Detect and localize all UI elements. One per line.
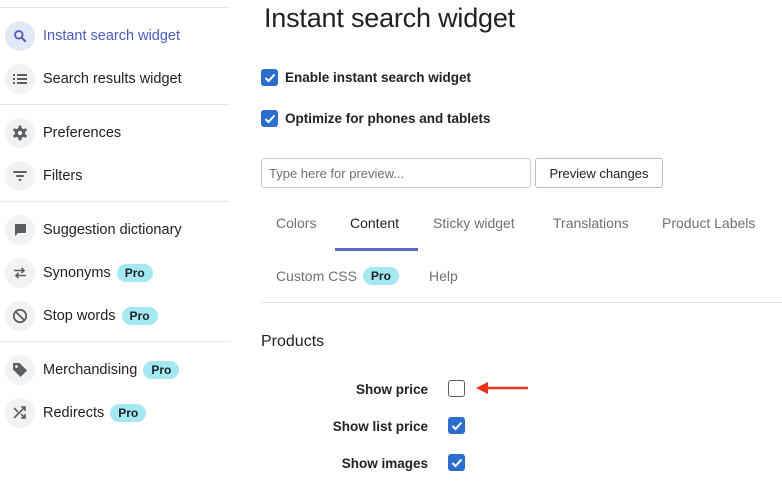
products-section-title: Products <box>261 333 325 350</box>
page-title: Instant search widget <box>264 3 515 33</box>
tag-icon <box>5 355 35 385</box>
enable-instant-search-option: Enable instant search widget <box>261 69 471 86</box>
sidebar: Instant search widget Search results wid… <box>0 0 230 481</box>
optimize-mobile-label: Optimize for phones and tablets <box>285 111 491 126</box>
tab-translations[interactable]: Translations <box>553 214 629 232</box>
tab-sticky-widget[interactable]: Sticky widget <box>433 214 515 232</box>
sidebar-item-suggestion-dictionary[interactable]: Suggestion dictionary <box>5 213 227 247</box>
sidebar-item-label: Suggestion dictionary <box>43 222 182 238</box>
tabs-divider <box>261 302 782 303</box>
sidebar-item-label: Search results widget <box>43 71 182 87</box>
shuffle-icon <box>5 398 35 428</box>
sidebar-divider <box>0 104 230 105</box>
show-price-label: Show price <box>355 382 428 397</box>
optimize-mobile-option: Optimize for phones and tablets <box>261 110 491 127</box>
filter-icon <box>5 161 35 191</box>
pro-badge: Pro <box>143 361 180 379</box>
sidebar-item-search-results-widget[interactable]: Search results widget <box>5 62 227 96</box>
sidebar-item-label: Instant search widget <box>43 28 181 44</box>
optimize-mobile-checkbox[interactable] <box>261 110 278 127</box>
preview-search-input[interactable] <box>261 158 531 188</box>
pro-badge: Pro <box>116 264 153 282</box>
sidebar-item-label: Merchandising <box>43 362 138 378</box>
sidebar-item-label: Filters <box>43 168 83 184</box>
sidebar-item-filters[interactable]: Filters <box>5 159 227 193</box>
sidebar-item-instant-search-widget[interactable]: Instant search widget <box>5 19 227 53</box>
pro-badge: Pro <box>362 267 399 285</box>
enable-instant-search-checkbox[interactable] <box>261 69 278 86</box>
show-list-price-checkbox[interactable] <box>448 417 465 434</box>
tab-help[interactable]: Help <box>429 267 458 285</box>
show-images-label: Show images <box>341 456 428 471</box>
sidebar-item-merchandising[interactable]: Merchandising Pro <box>5 353 227 387</box>
sidebar-item-label: Stop words <box>43 308 116 324</box>
search-icon <box>5 21 35 51</box>
sidebar-item-stop-words[interactable]: Stop words Pro <box>5 299 227 333</box>
sidebar-top-divider <box>0 7 230 8</box>
tab-custom-css[interactable]: Custom CSS Pro <box>276 267 399 285</box>
sidebar-divider <box>0 341 230 342</box>
pro-badge: Pro <box>110 404 147 422</box>
chat-bubble-icon <box>5 215 35 245</box>
tab-colors[interactable]: Colors <box>276 214 316 232</box>
sidebar-item-synonyms[interactable]: Synonyms Pro <box>5 256 227 290</box>
pro-badge: Pro <box>121 307 158 325</box>
show-price-checkbox[interactable] <box>448 380 465 397</box>
tab-custom-css-label: Custom CSS <box>276 268 357 284</box>
red-arrow-icon <box>476 382 528 394</box>
sidebar-item-label: Redirects <box>43 405 105 421</box>
show-images-checkbox[interactable] <box>448 454 465 471</box>
sidebar-divider <box>0 201 230 202</box>
sidebar-item-label: Preferences <box>43 125 122 141</box>
tab-content[interactable]: Content <box>350 214 399 232</box>
sidebar-item-preferences[interactable]: Preferences <box>5 116 227 150</box>
enable-instant-search-label: Enable instant search widget <box>285 70 472 85</box>
preview-changes-button[interactable]: Preview changes <box>535 158 663 188</box>
active-tab-indicator <box>335 248 418 251</box>
tab-product-labels[interactable]: Product Labels <box>662 214 755 232</box>
sidebar-item-label: Synonyms <box>43 265 111 281</box>
gear-icon <box>5 118 35 148</box>
list-icon <box>5 64 35 94</box>
swap-arrows-icon <box>5 258 35 288</box>
show-list-price-label: Show list price <box>332 419 428 434</box>
sidebar-item-redirects[interactable]: Redirects Pro <box>5 396 227 430</box>
block-icon <box>5 301 35 331</box>
